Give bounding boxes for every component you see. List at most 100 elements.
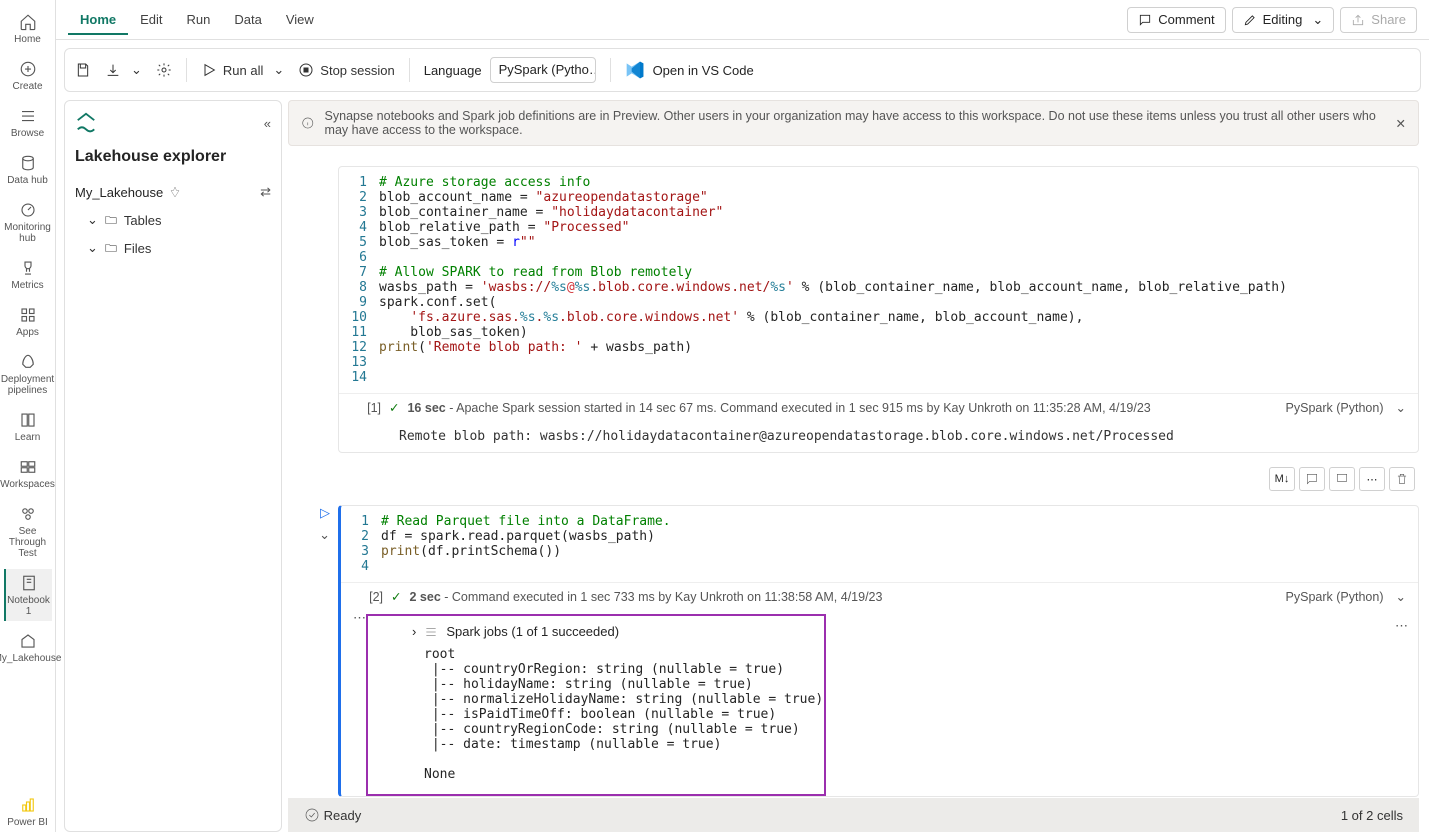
- stack-icon: [18, 106, 38, 126]
- duration: 2 sec: [409, 590, 440, 604]
- rail-create[interactable]: Create: [4, 55, 52, 96]
- output-more-button[interactable]: ⋯: [1395, 618, 1408, 796]
- spark-jobs-label: Spark jobs (1 of 1 succeeded): [446, 624, 619, 639]
- monitor-icon: [18, 200, 38, 220]
- rail-mylakehouse[interactable]: My_Lakehouse: [4, 627, 52, 668]
- rail-apps[interactable]: Apps: [4, 301, 52, 342]
- explorer-files-node[interactable]: ⌄Files: [75, 234, 271, 262]
- run-cell-button[interactable]: ▷: [320, 505, 330, 521]
- editing-dropdown[interactable]: Editing⌄: [1232, 7, 1335, 33]
- lakehouse-explorer: « Lakehouse explorer My_Lakehouse ⇄ ⌄Tab…: [64, 100, 282, 832]
- node-label: Tables: [124, 213, 162, 228]
- status-text: - Apache Spark session started in 14 sec…: [446, 401, 1151, 415]
- duration: 16 sec: [407, 401, 445, 415]
- cell-1: 1# Azure storage access info2blob_accoun…: [288, 166, 1419, 453]
- cell-more-button[interactable]: ⋯: [1359, 467, 1385, 491]
- chevron-down-icon: ⌄: [87, 212, 98, 228]
- ribbon-tabs: Home Edit Run Data View Comment Editing⌄…: [56, 0, 1429, 40]
- explorer-tables-node[interactable]: ⌄ Tables: [75, 206, 271, 234]
- save-button[interactable]: [75, 62, 91, 78]
- book-icon: [18, 410, 38, 430]
- workspaces-icon: [18, 457, 38, 477]
- rail-home[interactable]: Home: [4, 8, 52, 49]
- tab-view[interactable]: View: [274, 4, 326, 35]
- comment-button[interactable]: Comment: [1127, 7, 1225, 33]
- flask-icon: [18, 504, 38, 524]
- move-cell-button[interactable]: [1329, 467, 1355, 491]
- lakehouse-root[interactable]: My_Lakehouse ⇄: [75, 178, 271, 206]
- preview-banner: Synapse notebooks and Spark job definiti…: [288, 100, 1419, 146]
- rail-seethrough[interactable]: See Through Test: [4, 500, 52, 563]
- divider: [186, 58, 187, 82]
- banner-text: Synapse notebooks and Spark job definiti…: [325, 109, 1386, 137]
- btn-label: Share: [1371, 12, 1406, 27]
- rail-browse[interactable]: Browse: [4, 102, 52, 143]
- status-ready: Ready: [324, 808, 362, 823]
- chevron-down-icon: ⌄: [1396, 589, 1406, 604]
- comment-icon: [1305, 472, 1319, 486]
- settings-button[interactable]: [156, 62, 172, 78]
- btn-label: Editing: [1263, 12, 1303, 27]
- download-dropdown[interactable]: ⌄: [105, 62, 142, 78]
- rail-learn[interactable]: Learn: [4, 406, 52, 447]
- cell-language[interactable]: PySpark (Python) ⌄: [1286, 400, 1406, 415]
- cell-dropdown-button[interactable]: ⌄: [319, 527, 330, 543]
- rail-label: Notebook 1: [6, 595, 52, 617]
- schema-output-highlight: › Spark jobs (1 of 1 succeeded) root |--…: [366, 614, 826, 796]
- pin-icon[interactable]: [169, 186, 181, 198]
- tab-run[interactable]: Run: [175, 4, 223, 35]
- rail-label: Data hub: [7, 175, 48, 186]
- share-button[interactable]: Share: [1340, 7, 1417, 33]
- rail-powerbi[interactable]: Power BI: [4, 791, 52, 832]
- run-all-button[interactable]: Run all ⌄: [201, 62, 284, 78]
- rail-workspaces[interactable]: Workspaces: [4, 453, 52, 494]
- banner-close-button[interactable]: ✕: [1396, 116, 1406, 131]
- delete-cell-button[interactable]: [1389, 467, 1415, 491]
- swap-icon[interactable]: ⇄: [260, 184, 271, 200]
- spark-jobs-toggle[interactable]: › Spark jobs (1 of 1 succeeded): [368, 616, 824, 643]
- rail-deployment[interactable]: Deployment pipelines: [4, 348, 52, 400]
- convert-markdown-button[interactable]: M↓: [1269, 467, 1295, 491]
- rail-monitoring[interactable]: Monitoring hub: [4, 196, 52, 248]
- info-icon: [301, 115, 315, 131]
- stop-session-button[interactable]: Stop session: [298, 62, 394, 78]
- apps-icon: [18, 305, 38, 325]
- check-icon: ✓: [391, 589, 401, 604]
- language-select[interactable]: PySpark (Pytho… ⌄: [490, 57, 596, 83]
- chevron-right-icon: ›: [412, 624, 416, 639]
- rail-label: Browse: [11, 128, 44, 139]
- list-icon: [424, 625, 438, 639]
- statusbar: Ready 1 of 2 cells: [288, 798, 1419, 832]
- tab-home[interactable]: Home: [68, 4, 128, 35]
- status-text: - Command executed in 1 sec 733 ms by Ka…: [441, 590, 883, 604]
- chevron-down-icon: ⌄: [273, 62, 284, 78]
- folder-icon: [104, 213, 118, 227]
- move-icon: [1335, 472, 1349, 486]
- cell-output: Remote blob path: wasbs://holidaydatacon…: [339, 421, 1418, 452]
- btn-label: Run all: [223, 63, 263, 78]
- datahub-icon: [18, 153, 38, 173]
- toolbar: ⌄ Run all⌄ Stop session Language PySpark…: [64, 48, 1421, 92]
- pencil-icon: [1243, 13, 1257, 27]
- check-icon: ✓: [389, 400, 399, 415]
- rail-label: Power BI: [7, 817, 48, 828]
- rail-metrics[interactable]: Metrics: [4, 254, 52, 295]
- tab-data[interactable]: Data: [222, 4, 273, 35]
- collapse-explorer-button[interactable]: «: [264, 116, 271, 131]
- chevron-down-icon: ⌄: [87, 240, 98, 256]
- cell-status: [1] ✓ 16 sec - Apache Spark session star…: [339, 393, 1418, 421]
- output-menu[interactable]: ⋯: [353, 610, 366, 796]
- tab-edit[interactable]: Edit: [128, 4, 174, 35]
- language-value: PySpark (Pytho…: [499, 62, 596, 77]
- save-icon: [75, 62, 91, 78]
- comment-cell-button[interactable]: [1299, 467, 1325, 491]
- trash-icon: [1395, 472, 1409, 486]
- open-in-vscode-button[interactable]: Open in VS Code: [625, 60, 754, 80]
- cell-language[interactable]: PySpark (Python) ⌄: [1286, 589, 1406, 604]
- rail-datahub[interactable]: Data hub: [4, 149, 52, 190]
- rocket-icon: [18, 352, 38, 372]
- code-editor[interactable]: 1# Read Parquet file into a DataFrame.2d…: [341, 506, 1418, 582]
- btn-label: Open in VS Code: [653, 63, 754, 78]
- code-editor[interactable]: 1# Azure storage access info2blob_accoun…: [339, 167, 1418, 393]
- rail-notebook1[interactable]: Notebook 1: [4, 569, 52, 621]
